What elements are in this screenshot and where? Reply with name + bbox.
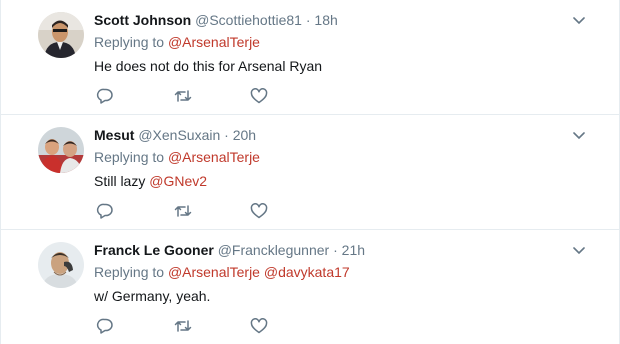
timestamp[interactable]: 18h: [314, 12, 337, 28]
avatar[interactable]: [38, 127, 84, 173]
reply-icon[interactable]: [96, 88, 114, 104]
heart-icon[interactable]: [250, 318, 268, 334]
reply-icon[interactable]: [96, 203, 114, 219]
tweet-actions: [94, 203, 274, 219]
tweet-actions: [94, 88, 274, 104]
time-separator: ·: [224, 127, 229, 143]
replying-to: Replying to @ArsenalTerje @davykata17: [94, 263, 591, 281]
replying-to-mention[interactable]: @davykata17: [264, 264, 350, 280]
replying-to-mention[interactable]: @ArsenalTerje: [168, 34, 260, 50]
tweet-header: Mesut @XenSuxain · 20h: [94, 126, 591, 144]
heart-icon[interactable]: [250, 88, 268, 104]
tweet-text: He does not do this for Arsenal Ryan: [94, 56, 591, 76]
replying-to-mention[interactable]: @ArsenalTerje: [168, 264, 260, 280]
tweet-content: Franck Le Gooner @Francklegunner · 21h R…: [94, 241, 591, 306]
tweet[interactable]: Mesut @XenSuxain · 20h Replying to @Arse…: [1, 115, 620, 230]
retweet-icon[interactable]: [174, 203, 192, 219]
replying-to-mention[interactable]: @ArsenalTerje: [168, 149, 260, 165]
replying-to-label: Replying to: [94, 264, 165, 280]
avatar[interactable]: [38, 242, 84, 288]
tweet-actions: [94, 318, 274, 334]
tweet-text-mention[interactable]: @GNev2: [149, 173, 207, 189]
author-handle[interactable]: @XenSuxain: [138, 127, 220, 143]
tweet-text: w/ Germany, yeah.: [94, 286, 591, 306]
author-handle[interactable]: @Francklegunner: [218, 242, 330, 258]
author-name[interactable]: Franck Le Gooner: [94, 242, 214, 258]
replying-to: Replying to @ArsenalTerje: [94, 33, 591, 51]
replying-to-label: Replying to: [94, 34, 165, 50]
tweet-header: Scott Johnson @Scottiehottie81 · 18h: [94, 11, 591, 29]
time-separator: ·: [333, 242, 338, 258]
tweet-header: Franck Le Gooner @Francklegunner · 21h: [94, 241, 591, 259]
replying-to-label: Replying to: [94, 149, 165, 165]
tweet[interactable]: Franck Le Gooner @Francklegunner · 21h R…: [1, 230, 620, 344]
time-separator: ·: [305, 12, 311, 28]
chevron-down-icon[interactable]: [573, 246, 585, 256]
author-name[interactable]: Scott Johnson: [94, 12, 191, 28]
retweet-icon[interactable]: [174, 318, 192, 334]
tweet-text-part: w/ Germany, yeah.: [94, 288, 211, 304]
replying-to: Replying to @ArsenalTerje: [94, 148, 591, 166]
reply-icon[interactable]: [96, 318, 114, 334]
chevron-down-icon[interactable]: [573, 16, 585, 26]
tweet-content: Mesut @XenSuxain · 20h Replying to @Arse…: [94, 126, 591, 191]
chevron-down-icon[interactable]: [573, 131, 585, 141]
retweet-icon[interactable]: [174, 88, 192, 104]
tweet-text-part: He does not do this for Arsenal Ryan: [94, 58, 323, 74]
tweet[interactable]: Scott Johnson @Scottiehottie81 · 18h Rep…: [1, 0, 620, 115]
avatar[interactable]: [38, 12, 84, 58]
tweet-text: Still lazy @GNev2: [94, 171, 591, 191]
author-handle[interactable]: @Scottiehottie81: [195, 12, 302, 28]
heart-icon[interactable]: [250, 203, 268, 219]
tweet-text-part: Still lazy: [94, 173, 150, 189]
timestamp[interactable]: 21h: [342, 242, 365, 258]
timestamp[interactable]: 20h: [233, 127, 256, 143]
reply-thread: Scott Johnson @Scottiehottie81 · 18h Rep…: [0, 0, 620, 344]
tweet-content: Scott Johnson @Scottiehottie81 · 18h Rep…: [94, 11, 591, 76]
author-name[interactable]: Mesut: [94, 127, 134, 143]
